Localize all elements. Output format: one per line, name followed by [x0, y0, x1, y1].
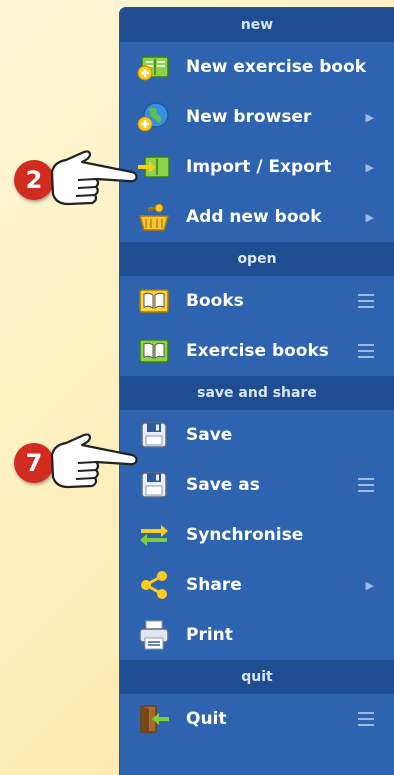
menu-item-label: New browser: [186, 107, 312, 127]
menu-item-add-new-book[interactable]: Add new book ▶: [120, 192, 394, 242]
section-header-save-and-share: save and share: [120, 376, 394, 410]
menu-lines-icon[interactable]: [358, 276, 374, 326]
exercise-book-add-icon: [134, 50, 174, 84]
pointing-hand-icon: [50, 433, 138, 489]
submenu-arrow-icon: ▶: [365, 210, 374, 224]
menu-item-synchronise[interactable]: Synchronise: [120, 510, 394, 560]
floppy-disk-icon: [134, 418, 174, 452]
printer-icon: [134, 618, 174, 652]
book-basket-add-icon: [134, 200, 174, 234]
menu-item-share[interactable]: Share ▶: [120, 560, 394, 610]
exercise-book-icon: [134, 334, 174, 368]
menu-item-label: Print: [186, 625, 233, 645]
menu-item-label: Save as: [186, 475, 260, 495]
submenu-arrow-icon: ▶: [365, 110, 374, 124]
menu-item-save[interactable]: Save: [120, 410, 394, 460]
share-icon: [134, 568, 174, 602]
book-icon: [134, 284, 174, 318]
import-export-icon: [134, 150, 174, 184]
menu-item-label: Save: [186, 425, 233, 445]
menu-item-exercise-books[interactable]: Exercise books: [120, 326, 394, 376]
section-header-new: new: [120, 8, 394, 42]
callout-7: 7: [14, 433, 138, 493]
submenu-arrow-icon: ▶: [365, 160, 374, 174]
menu-item-label: Share: [186, 575, 242, 595]
section-header-open: open: [120, 242, 394, 276]
menu-item-label: Import / Export: [186, 157, 332, 177]
menu-item-label: Quit: [186, 709, 227, 729]
floppy-disk-as-icon: [134, 468, 174, 502]
globe-add-icon: [134, 100, 174, 134]
callout-2: 2: [14, 150, 138, 210]
menu-item-save-as[interactable]: Save as: [120, 460, 394, 510]
menu-item-new-exercise-book[interactable]: New exercise book: [120, 42, 394, 92]
side-menu: new New exercise book New browser ▶ Impo…: [120, 8, 394, 775]
sync-arrows-icon: [134, 518, 174, 552]
pointing-hand-icon: [50, 150, 138, 206]
menu-item-label: Books: [186, 291, 244, 311]
section-header-quit: quit: [120, 660, 394, 694]
submenu-arrow-icon: ▶: [365, 578, 374, 592]
menu-lines-icon[interactable]: [358, 694, 374, 744]
exit-door-icon: [134, 702, 174, 736]
menu-item-import-export[interactable]: Import / Export ▶: [120, 142, 394, 192]
menu-item-label: Synchronise: [186, 525, 304, 545]
menu-item-new-browser[interactable]: New browser ▶: [120, 92, 394, 142]
menu-item-label: Add new book: [186, 207, 322, 227]
menu-item-quit[interactable]: Quit: [120, 694, 394, 744]
menu-item-print[interactable]: Print: [120, 610, 394, 660]
menu-lines-icon[interactable]: [358, 460, 374, 510]
menu-item-books[interactable]: Books: [120, 276, 394, 326]
menu-item-label: New exercise book: [186, 57, 367, 77]
menu-item-label: Exercise books: [186, 341, 329, 361]
menu-lines-icon[interactable]: [358, 326, 374, 376]
